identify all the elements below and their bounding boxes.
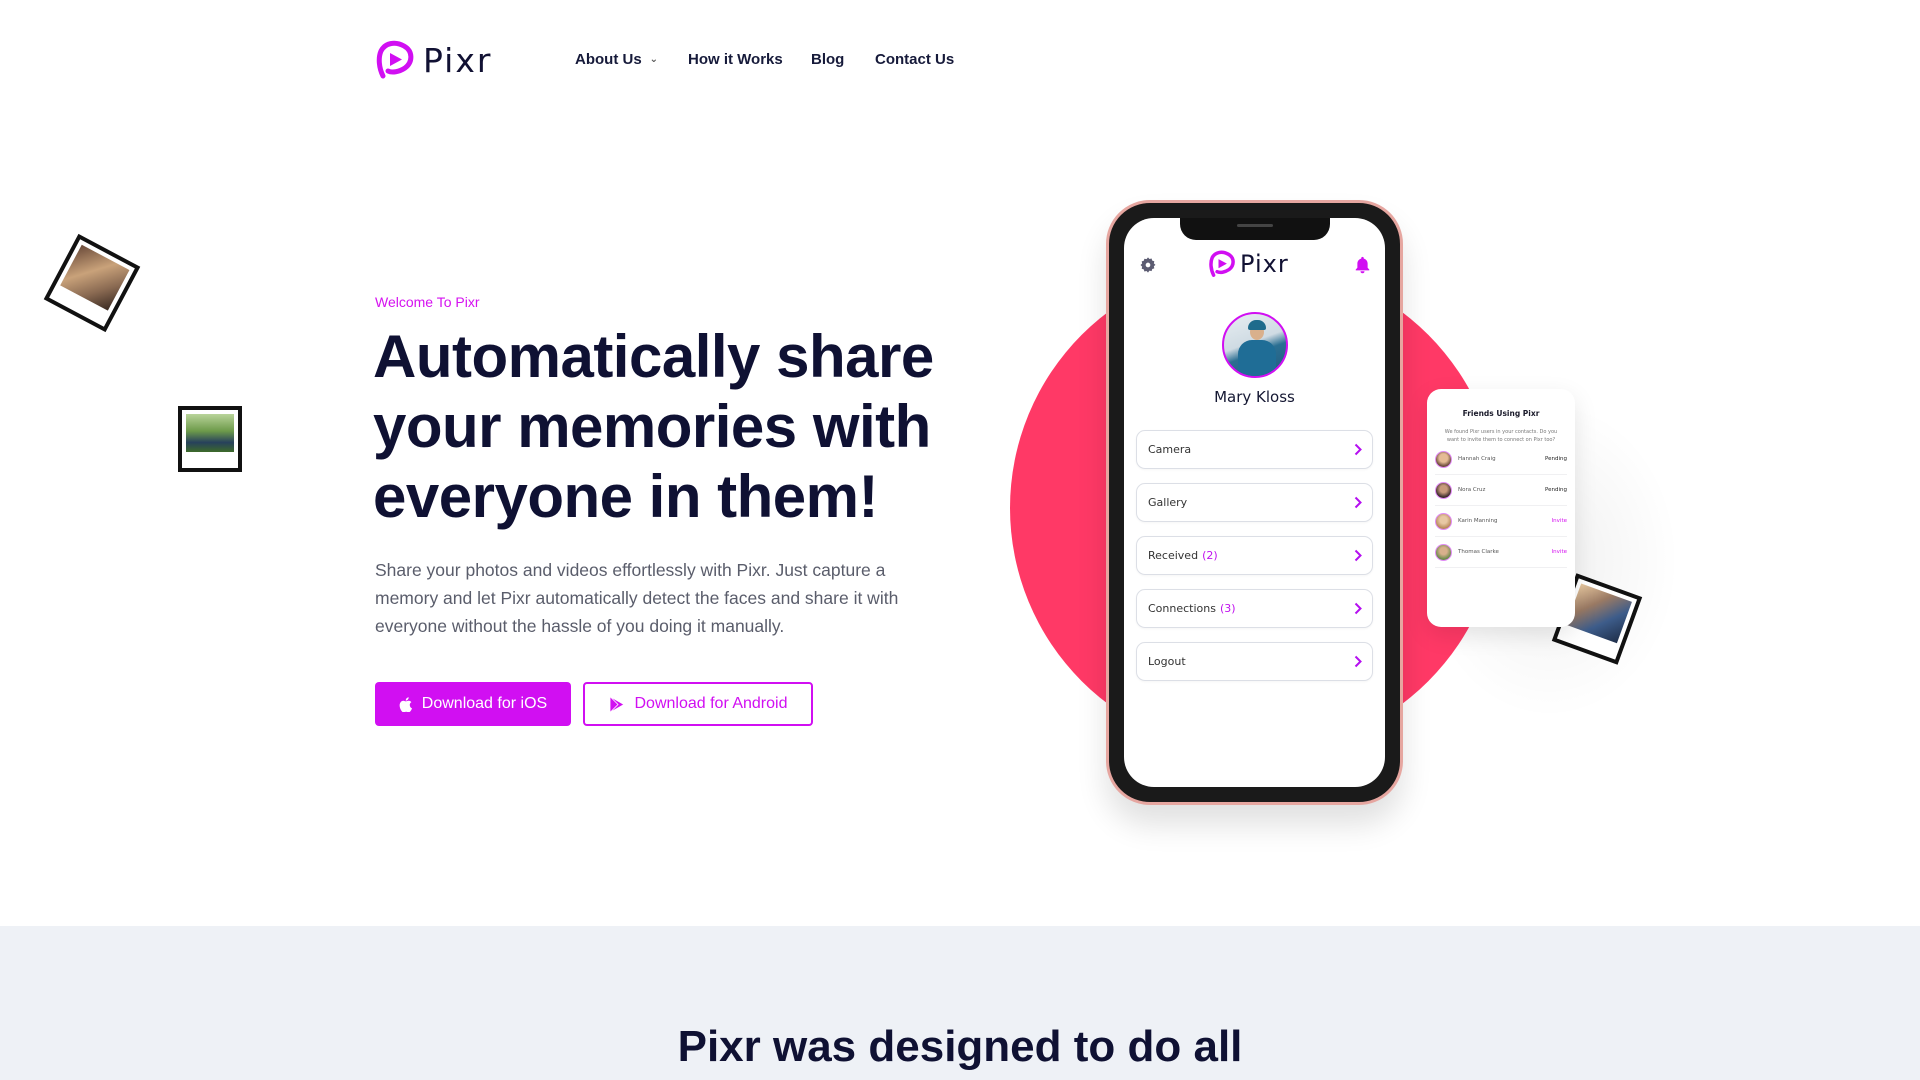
friend-row: Thomas Clarke Invite xyxy=(1435,537,1567,568)
hero-eyebrow: Welcome To Pixr xyxy=(375,294,480,310)
chevron-right-icon xyxy=(1354,443,1362,456)
nav-contact-us[interactable]: Contact Us xyxy=(875,48,954,70)
features-section: Pixr was designed to do all xyxy=(0,926,1920,1080)
friend-status: Pending xyxy=(1545,487,1567,493)
chevron-right-icon xyxy=(1354,602,1362,615)
friend-status: Pending xyxy=(1545,456,1567,462)
friend-name: Hannah Craig xyxy=(1458,456,1496,462)
menu-item-count: (3) xyxy=(1219,602,1236,615)
apple-icon xyxy=(399,696,412,712)
nav-about-us[interactable]: About Us ⌄ xyxy=(575,48,688,70)
friend-avatar xyxy=(1435,512,1452,530)
phone-notch xyxy=(1179,218,1330,240)
friends-card-description: We found Pixr users in your contacts. Do… xyxy=(1444,429,1558,443)
button-label: Download for Android xyxy=(634,695,788,712)
menu-item-label: Received xyxy=(1148,549,1199,562)
friend-name: Thomas Clarke xyxy=(1458,549,1499,555)
friend-avatar xyxy=(1435,450,1452,468)
menu-item-count: (2) xyxy=(1202,549,1218,562)
photo-image xyxy=(1566,583,1632,644)
nav-how-it-works[interactable]: How it Works xyxy=(688,48,811,70)
app-menu: Camera Gallery Received (2) Connections (3… xyxy=(1136,430,1373,695)
logo-text: Pixr xyxy=(423,40,493,80)
app-logo-text: Pixr xyxy=(1240,250,1289,278)
download-ios-button[interactable]: Download for iOS xyxy=(375,682,571,726)
chevron-down-icon: ⌄ xyxy=(649,53,659,65)
avatar-figure-body xyxy=(1238,340,1276,376)
photo-image xyxy=(186,414,234,452)
avatar-figure-hat xyxy=(1248,320,1266,330)
friend-invite-button[interactable]: Invite xyxy=(1552,549,1567,555)
pixr-logo-icon xyxy=(1209,250,1235,277)
photo-image xyxy=(60,244,130,311)
friend-name: Karin Manning xyxy=(1458,518,1498,524)
speaker-grille xyxy=(1236,224,1273,227)
site-logo[interactable]: Pixr xyxy=(375,40,492,80)
features-title: Pixr was designed to do all xyxy=(677,1022,1243,1071)
menu-item-logout[interactable]: Logout xyxy=(1136,642,1373,681)
menu-item-gallery[interactable]: Gallery xyxy=(1136,483,1373,522)
polaroid-photo xyxy=(43,233,141,333)
chevron-right-icon xyxy=(1354,549,1362,562)
nav-label: How it Works xyxy=(688,50,783,68)
phone-screen: Pixr Mary Kloss Camera Gallery Received(… xyxy=(1124,218,1385,787)
hero-title: Automatically share your memories with e… xyxy=(373,323,934,530)
app-logo: Pixr xyxy=(1208,250,1289,278)
profile-avatar[interactable] xyxy=(1222,312,1288,378)
friend-row: Hannah Craig Pending xyxy=(1435,444,1567,475)
menu-item-label: Connections xyxy=(1148,602,1216,615)
nav-blog[interactable]: Blog xyxy=(811,48,875,70)
menu-item-text: Logout xyxy=(1148,655,1186,668)
menu-item-connections[interactable]: Connections (3) xyxy=(1136,589,1373,628)
friend-name: Nora Cruz xyxy=(1458,487,1486,493)
menu-item-received[interactable]: Received (2) xyxy=(1136,536,1373,575)
friend-invite-button[interactable]: Invite xyxy=(1552,518,1567,524)
profile-name: Mary Kloss xyxy=(1214,388,1295,406)
gear-icon[interactable] xyxy=(1139,256,1157,274)
friend-avatar xyxy=(1435,481,1452,499)
pixr-logo-icon xyxy=(376,40,414,79)
nav-label: Contact Us xyxy=(875,50,955,68)
friends-card-title: Friends Using Pixr xyxy=(1462,409,1540,418)
menu-item-label: Gallery xyxy=(1148,496,1188,509)
menu-item-text: Camera xyxy=(1148,443,1191,456)
menu-item-text: Connections (3) xyxy=(1148,602,1236,615)
hero-description: Share your photos and videos effortlessl… xyxy=(375,560,899,636)
main-nav: About Us ⌄ How it Works Blog Contact Us xyxy=(575,48,954,70)
polaroid-photo xyxy=(178,406,242,472)
friend-row: Nora Cruz Pending xyxy=(1435,475,1567,506)
menu-item-text: Gallery xyxy=(1148,496,1187,509)
nav-label: About Us xyxy=(575,50,642,68)
nav-label: Blog xyxy=(811,50,845,68)
button-label: Download for iOS xyxy=(421,695,548,712)
bell-icon[interactable] xyxy=(1354,256,1371,274)
chevron-right-icon xyxy=(1354,655,1362,668)
phone-mockup: Pixr Mary Kloss Camera Gallery Received(… xyxy=(1106,200,1403,805)
menu-item-text: Received (2) xyxy=(1148,549,1218,562)
download-android-button[interactable]: Download for Android xyxy=(583,682,813,726)
menu-item-label: Camera xyxy=(1148,443,1192,456)
friend-avatar xyxy=(1435,543,1452,561)
chevron-right-icon xyxy=(1354,496,1362,509)
menu-item-label: Logout xyxy=(1148,655,1186,668)
menu-item-camera[interactable]: Camera xyxy=(1136,430,1373,469)
friend-row: Karin Manning Invite xyxy=(1435,506,1567,537)
friends-using-pixr-card: Friends Using Pixr We found Pixr users i… xyxy=(1427,389,1575,627)
play-store-icon xyxy=(609,695,625,713)
